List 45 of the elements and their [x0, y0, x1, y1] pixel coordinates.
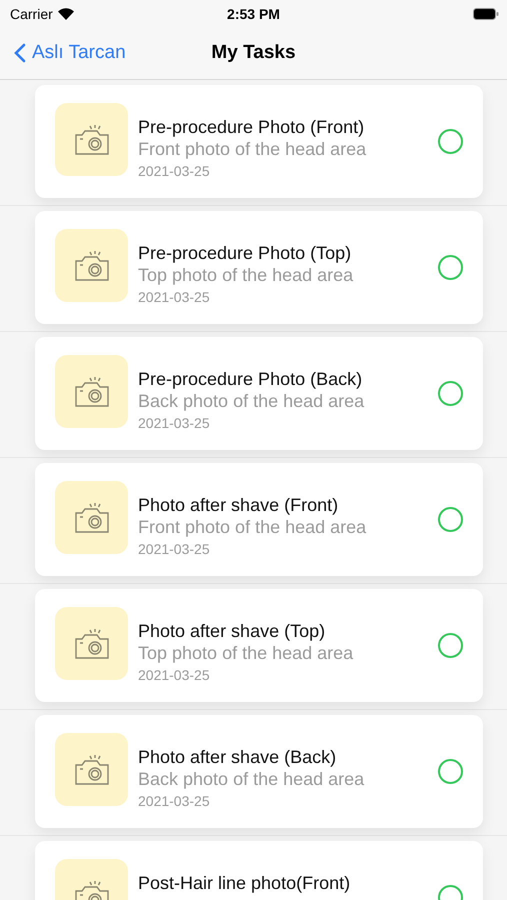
battery-icon — [473, 8, 499, 20]
camera-icon — [72, 626, 110, 660]
task-date: 2021-03-25 — [138, 793, 211, 809]
task-title: Post-Hair line photo(Front) — [138, 873, 352, 893]
wifi-icon — [58, 8, 74, 20]
task-date: 2021-03-25 — [138, 163, 211, 179]
task-card[interactable]: Pre-procedure Photo (Back) Back photo of the head area 2021-03-25 — [35, 337, 483, 450]
carrier-label: Carrier — [10, 6, 53, 22]
task-date: 2021-03-25 — [138, 541, 211, 557]
task-card[interactable]: Photo after shave (Top) Top photo of the head area 2021-03-25 — [35, 589, 483, 702]
task-title: Pre-procedure Photo (Back) — [138, 369, 364, 389]
task-description: Back photo of the head area — [138, 391, 366, 412]
camera-icon — [72, 374, 110, 408]
task-title: Pre-procedure Photo (Front) — [138, 117, 366, 137]
task-date: 2021-03-25 — [138, 415, 211, 431]
chevron-left-icon — [14, 43, 26, 63]
task-card[interactable]: Photo after shave (Front) Front photo of the head area 2021-03-25 — [35, 463, 483, 576]
task-title: Photo after shave (Top) — [138, 621, 326, 641]
task-title: Photo after shave (Front) — [138, 495, 340, 515]
task-description: Back photo of the head area — [138, 769, 366, 790]
back-button[interactable]: Aslı Tarcan — [0, 42, 126, 64]
camera-icon — [72, 752, 110, 786]
task-description: Front photo of the head area — [138, 517, 368, 538]
task-card[interactable]: Pre-procedure Photo (Front) Front photo of the head area 2021-03-25 — [35, 85, 483, 198]
completion-checkbox[interactable] — [438, 507, 463, 532]
camera-icon — [72, 500, 110, 534]
completion-checkbox[interactable] — [438, 255, 463, 280]
task-date: 2021-03-25 — [138, 667, 211, 683]
completion-checkbox[interactable] — [438, 633, 463, 658]
task-card[interactable]: Pre-procedure Photo (Top) Top photo of the head area 2021-03-25 — [35, 211, 483, 324]
completion-checkbox[interactable] — [438, 759, 463, 784]
screen-title: My Tasks — [211, 42, 296, 64]
status-time: 2:53 PM — [227, 6, 280, 22]
camera-icon — [72, 122, 110, 156]
task-card[interactable]: Post-Hair line photo(Front) — [35, 841, 483, 900]
completion-checkbox[interactable] — [438, 381, 463, 406]
completion-checkbox[interactable] — [438, 129, 463, 154]
task-date: 2021-03-25 — [138, 289, 211, 305]
task-card[interactable]: Photo after shave (Back) Back photo of the head area 2021-03-25 — [35, 715, 483, 828]
task-title: Photo after shave (Back) — [138, 747, 338, 767]
camera-icon — [72, 248, 110, 282]
task-description: Top photo of the head area — [138, 643, 354, 664]
task-description: Top photo of the head area — [138, 265, 354, 286]
task-title: Pre-procedure Photo (Top) — [138, 243, 352, 263]
task-description: Front photo of the head area — [138, 139, 368, 160]
